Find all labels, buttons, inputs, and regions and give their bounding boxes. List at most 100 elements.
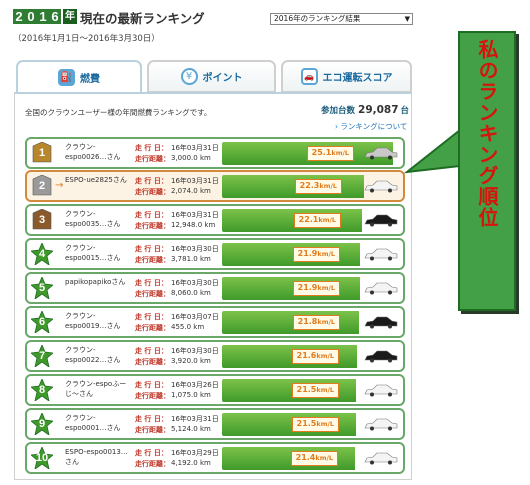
fuel-economy-bar: 21.6km/L [222, 345, 402, 368]
run-date-label: 走 行 日： [135, 245, 168, 253]
user-name: クラウン-espo0019…さん [65, 312, 121, 330]
user-name: クラウン-espoふーじ～さん [65, 380, 127, 398]
fuel-economy-bar-fill [222, 175, 365, 198]
tab-label: エコ運転スコア [322, 73, 393, 84]
tab-points[interactable]: ¥ ポイント [147, 60, 276, 93]
tab-label: ポイント [202, 73, 243, 84]
ranking-row: 3 クラウン-espo0035…さん 走 行 日： 16年03月31日 走行距離… [25, 204, 405, 236]
distance-label: 走行距離： [135, 256, 170, 264]
fuel-economy-unit: km/L [316, 352, 334, 360]
fuel-economy-bar: 21.9km/L [222, 243, 402, 266]
fuel-pump-icon: ⛽ [58, 69, 75, 86]
rank-number: 3 [38, 214, 46, 226]
participants-label: 参加台数 [321, 106, 356, 116]
fuel-economy-number: 21.9 [297, 249, 318, 258]
distance-label: 走行距離： [135, 222, 170, 230]
rank-number: 7 [38, 350, 46, 362]
distance-label: 走行距離： [135, 290, 170, 298]
fuel-economy-value: 22.1km/L [293, 213, 341, 228]
run-date-label: 走 行 日： [135, 211, 168, 219]
run-date: 16年03月31日 [171, 415, 219, 423]
distance: 1,075.0 km [171, 391, 211, 399]
fuel-economy-number: 21.6 [296, 351, 317, 360]
distance: 5,124.0 km [171, 425, 211, 433]
car-icon [364, 282, 398, 295]
fuel-economy-value: 22.3km/L [294, 179, 342, 194]
fuel-economy-unit: km/L [318, 216, 336, 224]
fuel-economy-number: 22.1 [298, 215, 319, 224]
car-icon [364, 384, 398, 397]
page-title: 現在の最新ランキング [80, 11, 205, 26]
fuel-economy-bar: 25.1km/L [222, 142, 402, 165]
run-date: 16年03月31日 [171, 144, 219, 152]
fuel-economy-number: 21.8 [297, 317, 318, 326]
fuel-economy-number: 21.5 [296, 419, 317, 428]
run-date-label: 走 行 日： [135, 381, 168, 389]
year-digit: 1 [37, 9, 49, 24]
fuel-economy-unit: km/L [317, 318, 335, 326]
coin-icon: ¥ [180, 68, 198, 85]
car-icon [364, 418, 398, 431]
distance-label: 走行距離： [135, 358, 170, 366]
fuel-economy-bar: 22.3km/L [222, 175, 402, 198]
fuel-economy-bar: 22.1km/L [222, 209, 402, 232]
rank-badge: 9 [30, 411, 54, 436]
user-name: papikopapikoさん [65, 278, 126, 286]
rank-number: 6 [38, 316, 46, 328]
rank-number: 8 [38, 384, 46, 396]
run-date: 16年03月29日 [171, 449, 219, 457]
rank-number: 1 [38, 147, 46, 159]
run-date-label: 走 行 日： [135, 415, 168, 423]
fuel-economy-unit: km/L [317, 250, 335, 258]
ranking-row-mine: 2 → ESPO-ue2825さん 走 行 日： 16年03月31日 走行距離：… [25, 170, 405, 202]
run-date: 16年03月30日 [171, 245, 219, 253]
rank-badge: 8 [30, 377, 54, 402]
tab-eco-score[interactable]: 🚗 エコ運転スコア [281, 60, 412, 93]
run-date: 16年03月07日 [171, 313, 219, 321]
fuel-economy-bar: 21.5km/L [222, 379, 402, 402]
year-suffix: 年 [63, 9, 77, 24]
run-date-label: 走 行 日： [135, 279, 168, 287]
rank-badge: 6 [30, 309, 54, 334]
ranking-row: 7 クラウン-espo0022…さん 走 行 日： 16年03月30日 走行距離… [25, 340, 405, 372]
user-name: クラウン-espo0001…さん [65, 414, 121, 432]
callout-text: 私のランキング順位 [475, 39, 499, 228]
fuel-economy-value: 21.6km/L [291, 349, 339, 364]
fuel-economy-bar: 21.9km/L [222, 277, 402, 300]
car-icon [364, 180, 398, 193]
year-digit: 0 [25, 9, 37, 24]
my-ranking-callout: 私のランキング順位 [458, 31, 516, 311]
fuel-economy-unit: km/L [316, 420, 334, 428]
rank-badge: 2 [31, 174, 53, 197]
user-name: クラウン-espo0026…さん [65, 143, 121, 161]
year-digit: 2 [13, 9, 25, 24]
user-name: クラウン-espo0015…さん [65, 244, 121, 262]
distance-label: 走行距離： [135, 460, 170, 468]
fuel-economy-number: 25.1 [311, 148, 332, 157]
car-icon [364, 214, 398, 227]
about-ranking-link[interactable]: › ランキングについて [335, 121, 407, 132]
ranking-row: 9 クラウン-espo0001…さん 走 行 日： 16年03月31日 走行距離… [25, 408, 405, 440]
run-date-label: 走 行 日： [135, 347, 168, 355]
ranking-year-select[interactable]: 2016年のランキング結果 ▼ [270, 13, 413, 25]
distance: 3,920.0 km [171, 357, 211, 365]
rank-badge: 3 [31, 208, 53, 231]
fuel-economy-number: 22.3 [299, 181, 320, 190]
participants-unit: 台 [400, 106, 410, 116]
distance: 3,000.0 km [171, 154, 211, 162]
fuel-economy-unit: km/L [315, 454, 333, 462]
ranking-year-select-value: 2016年のランキング結果 [274, 14, 361, 23]
fuel-economy-number: 21.9 [297, 283, 318, 292]
participants-value: 29,087 [358, 104, 399, 116]
tab-fuel[interactable]: ⛽ 燃費 [16, 60, 142, 93]
fuel-economy-number: 21.5 [296, 385, 317, 394]
rank-number: 10 [35, 452, 49, 464]
rank-badge: 1 [31, 141, 53, 164]
fuel-economy-value: 21.9km/L [292, 247, 340, 262]
chevron-down-icon: ▼ [404, 15, 410, 23]
car-icon [364, 248, 398, 261]
callout-pointer [403, 127, 461, 174]
run-date: 16年03月31日 [171, 177, 219, 185]
run-date: 16年03月30日 [171, 347, 219, 355]
distance: 4,192.0 km [171, 459, 211, 467]
